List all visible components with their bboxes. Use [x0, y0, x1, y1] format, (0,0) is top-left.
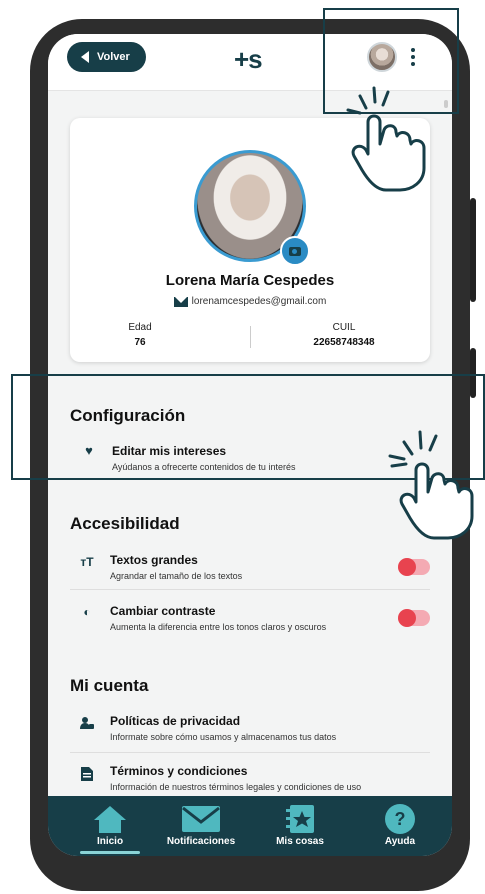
contrast-toggle[interactable]: [398, 609, 430, 627]
nav-my-things-label: Mis cosas: [276, 836, 324, 847]
large-text-title: Textos grandes: [110, 553, 198, 567]
age-value: 76: [134, 337, 146, 348]
profile-email: lorenamcespedes@gmail.com: [70, 296, 430, 307]
privacy-title: Políticas de privacidad: [110, 714, 241, 728]
separator: [70, 589, 430, 590]
nav-my-things[interactable]: Mis cosas: [260, 796, 340, 856]
separator: [70, 752, 430, 753]
terms-title: Términos y condiciones: [110, 764, 248, 778]
tap-hand-icon: [340, 82, 440, 192]
email-icon: [173, 296, 188, 307]
star-book-icon: [285, 804, 315, 834]
age-label: Edad: [128, 322, 152, 333]
nav-help-label: Ayuda: [384, 836, 416, 847]
phone-volume-button: [470, 198, 476, 302]
app-logo: +s: [234, 44, 263, 74]
cuil-value: 22658748348: [313, 337, 375, 348]
svg-text:?: ?: [395, 809, 406, 829]
nav-help[interactable]: ? Ayuda: [360, 796, 440, 856]
nav-notifications-label: Notificaciones: [166, 836, 236, 847]
privacy-item[interactable]: Políticas de privacidad Informate sobre …: [70, 710, 430, 746]
terms-item[interactable]: Términos y condiciones Información de nu…: [70, 762, 430, 798]
privacy-icon: [80, 716, 94, 730]
nav-home-label: Inicio: [96, 836, 124, 847]
back-button-label: Volver: [97, 51, 130, 63]
help-icon: ?: [384, 804, 416, 834]
mail-icon: [181, 804, 221, 834]
cuil-label: CUIL: [332, 322, 356, 333]
age-stat: Edad 76: [110, 322, 170, 348]
profile-name: Lorena María Cespedes: [165, 272, 335, 289]
terms-subtitle: Información de nuestros términos legales…: [110, 782, 362, 792]
accessibility-section-title: Accesibilidad: [70, 514, 180, 533]
tap-hand-icon: [386, 426, 485, 540]
nav-home[interactable]: Inicio: [70, 796, 150, 856]
change-photo-button[interactable]: [280, 236, 310, 266]
large-text-item[interactable]: тT Textos grandes Agrandar el tamaño de …: [70, 549, 430, 585]
home-icon: [93, 804, 127, 834]
profile-email-text: lorenamcespedes@gmail.com: [191, 296, 327, 307]
camera-icon: [289, 246, 301, 256]
contrast-icon: ◐: [83, 605, 91, 619]
stat-divider: [250, 326, 251, 348]
large-text-subtitle: Agrandar el tamaño de los textos: [110, 571, 243, 581]
large-text-toggle[interactable]: [398, 558, 430, 576]
text-size-icon: тT: [80, 555, 94, 569]
contrast-subtitle: Aumenta la diferencia entre los tonos cl…: [110, 622, 327, 632]
account-section-title: Mi cuenta: [70, 676, 149, 695]
contrast-title: Cambiar contraste: [110, 604, 216, 618]
document-icon: [80, 767, 94, 781]
contrast-item[interactable]: ◐ Cambiar contraste Aumenta la diferenci…: [70, 600, 430, 636]
back-button[interactable]: Volver: [67, 42, 146, 72]
nav-active-indicator: [80, 851, 140, 854]
bottom-nav: Inicio Notificaciones Mis cosas ? Ayuda: [48, 796, 452, 856]
privacy-subtitle: Informate sobre cómo usamos y almacenamo…: [110, 732, 337, 742]
back-arrow-icon: [81, 51, 89, 63]
cuil-stat: CUIL 22658748348: [294, 322, 394, 348]
nav-notifications[interactable]: Notificaciones: [156, 796, 246, 856]
